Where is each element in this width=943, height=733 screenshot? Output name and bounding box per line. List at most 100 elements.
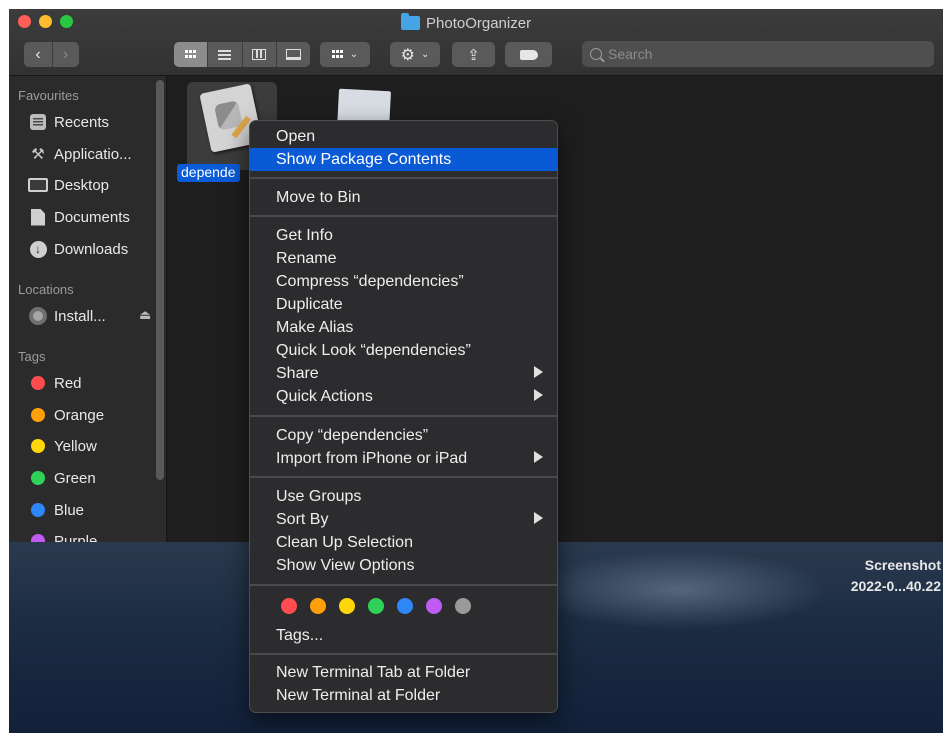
grey-tag-icon[interactable] xyxy=(455,598,471,614)
sidebar-section-locations: Locations xyxy=(18,282,74,297)
folder-icon xyxy=(401,13,420,30)
edit-tags-button[interactable] xyxy=(505,42,552,67)
sidebar-item-label: Desktop xyxy=(54,176,110,194)
menu-separator xyxy=(250,653,557,655)
sidebar-item-tag-blue[interactable]: Blue xyxy=(28,499,84,521)
sidebar-item-label: Purple xyxy=(54,532,98,543)
disk-icon xyxy=(28,307,48,325)
menu-item-label: Clean Up Selection xyxy=(276,533,413,551)
menu-item-use-groups[interactable]: Use Groups xyxy=(250,485,557,508)
menu-item-compress[interactable]: Compress “dependencies” xyxy=(250,270,557,293)
purple-tag-icon[interactable] xyxy=(426,598,442,614)
sidebar-item-desktop[interactable]: Desktop xyxy=(28,174,109,196)
chevron-down-icon: ⌄ xyxy=(420,49,430,60)
window-title: PhotoOrganizer xyxy=(401,13,532,32)
sidebar-item-label: Recents xyxy=(54,113,110,131)
menu-item-share[interactable]: Share xyxy=(250,362,557,385)
sidebar-item-tag-orange[interactable]: Orange xyxy=(28,404,104,426)
sidebar-item-tag-purple[interactable]: Purple xyxy=(28,530,97,542)
menu-item-move-to-bin[interactable]: Move to Bin xyxy=(250,186,557,209)
menu-separator xyxy=(250,215,557,217)
sidebar-scrollbar[interactable] xyxy=(156,80,164,480)
green-tag-icon[interactable] xyxy=(368,598,384,614)
menu-item-label: Quick Look “dependencies” xyxy=(276,341,471,359)
minimize-window-button[interactable] xyxy=(39,15,52,28)
share-button[interactable]: ⇪ xyxy=(452,42,495,67)
purple-tag-dot-icon xyxy=(31,534,45,542)
menu-item-show-view-options[interactable]: Show View Options xyxy=(250,554,557,577)
navigation-buttons: ‹ › xyxy=(24,42,79,67)
chevron-right-icon: › xyxy=(62,45,69,63)
menu-item-quick-actions[interactable]: Quick Actions xyxy=(250,385,557,408)
desktop-icon xyxy=(28,176,48,194)
menu-item-clean-up-selection[interactable]: Clean Up Selection xyxy=(250,531,557,554)
blue-tag-dot-icon xyxy=(31,503,45,517)
menu-item-get-info[interactable]: Get Info xyxy=(250,224,557,247)
icon-view-button[interactable] xyxy=(174,42,208,67)
menu-item-label: Open xyxy=(276,127,316,145)
menu-item-label: Sort By xyxy=(276,510,329,528)
menu-item-label: Rename xyxy=(276,249,337,267)
menu-item-copy[interactable]: Copy “dependencies” xyxy=(250,424,557,447)
search-input[interactable] xyxy=(608,46,908,62)
menu-item-sort-by[interactable]: Sort By xyxy=(250,508,557,531)
sidebar-item-label: Orange xyxy=(54,406,105,424)
sidebar-section-favourites: Favourites xyxy=(18,88,79,103)
menu-item-make-alias[interactable]: Make Alias xyxy=(250,316,557,339)
window-title-text: PhotoOrganizer xyxy=(426,14,532,32)
gallery-icon xyxy=(285,49,301,60)
menu-item-rename[interactable]: Rename xyxy=(250,247,557,270)
menu-item-tags[interactable]: Tags... xyxy=(250,624,557,647)
recents-icon xyxy=(28,113,48,131)
desktop-file-date[interactable]: 2022-0...40.22 xyxy=(851,578,941,594)
action-menu-button[interactable]: ⚙ ⌄ xyxy=(390,42,440,67)
downloads-icon: ↓ xyxy=(28,240,48,258)
menu-item-import-from-iphone[interactable]: Import from iPhone or iPad xyxy=(250,447,557,470)
column-view-button[interactable] xyxy=(241,42,276,67)
sidebar-item-tag-yellow[interactable]: Yellow xyxy=(28,435,97,457)
zoom-window-button[interactable] xyxy=(60,15,73,28)
sidebar-item-applications[interactable]: ⚒ Applicatio... xyxy=(28,143,131,165)
chevron-down-icon: ⌄ xyxy=(349,49,359,60)
sidebar-item-label: Green xyxy=(54,469,96,487)
sidebar-item-documents[interactable]: Documents xyxy=(28,206,130,228)
menu-separator xyxy=(250,177,557,179)
sidebar-item-tag-red[interactable]: Red xyxy=(28,372,82,394)
blue-tag-icon[interactable] xyxy=(397,598,413,614)
menu-separator xyxy=(250,415,557,417)
sidebar-item-install[interactable]: Install... xyxy=(28,305,106,327)
menu-item-show-package-contents[interactable]: Show Package Contents xyxy=(250,148,557,171)
gear-icon: ⚙ xyxy=(400,46,415,64)
sidebar-item-recents[interactable]: Recents xyxy=(28,111,109,133)
menu-item-duplicate[interactable]: Duplicate xyxy=(250,293,557,316)
menu-item-label: Import from iPhone or iPad xyxy=(276,449,468,467)
chevron-left-icon: ‹ xyxy=(35,45,41,63)
menu-item-open[interactable]: Open xyxy=(250,125,557,148)
sidebar-item-tag-green[interactable]: Green xyxy=(28,467,96,489)
search-field[interactable] xyxy=(582,41,934,67)
menu-separator xyxy=(250,584,557,586)
menu-item-label: Share xyxy=(276,364,319,382)
grid-icon xyxy=(184,50,197,59)
file-item-label[interactable]: depende xyxy=(177,164,240,182)
group-icon xyxy=(331,50,344,59)
orange-tag-dot-icon xyxy=(31,408,45,422)
orange-tag-icon[interactable] xyxy=(310,598,326,614)
list-view-button[interactable] xyxy=(207,42,241,67)
menu-item-new-terminal[interactable]: New Terminal at Folder xyxy=(250,684,557,707)
forward-button[interactable]: › xyxy=(51,42,79,67)
red-tag-icon[interactable] xyxy=(281,598,297,614)
menu-item-label: Quick Actions xyxy=(276,387,373,405)
gallery-view-button[interactable] xyxy=(275,42,310,67)
menu-item-new-terminal-tab[interactable]: New Terminal Tab at Folder xyxy=(250,661,557,684)
sidebar-item-label: Documents xyxy=(54,208,130,226)
desktop-file-name[interactable]: Screenshot xyxy=(865,557,941,573)
eject-icon[interactable]: ⏏ xyxy=(139,307,151,323)
menu-separator xyxy=(250,476,557,478)
back-button[interactable]: ‹ xyxy=(25,42,52,67)
sidebar-item-downloads[interactable]: ↓ Downloads xyxy=(28,238,128,260)
menu-item-quick-look[interactable]: Quick Look “dependencies” xyxy=(250,339,557,362)
group-by-button[interactable]: ⌄ xyxy=(320,42,370,67)
close-window-button[interactable] xyxy=(18,15,31,28)
yellow-tag-icon[interactable] xyxy=(339,598,355,614)
